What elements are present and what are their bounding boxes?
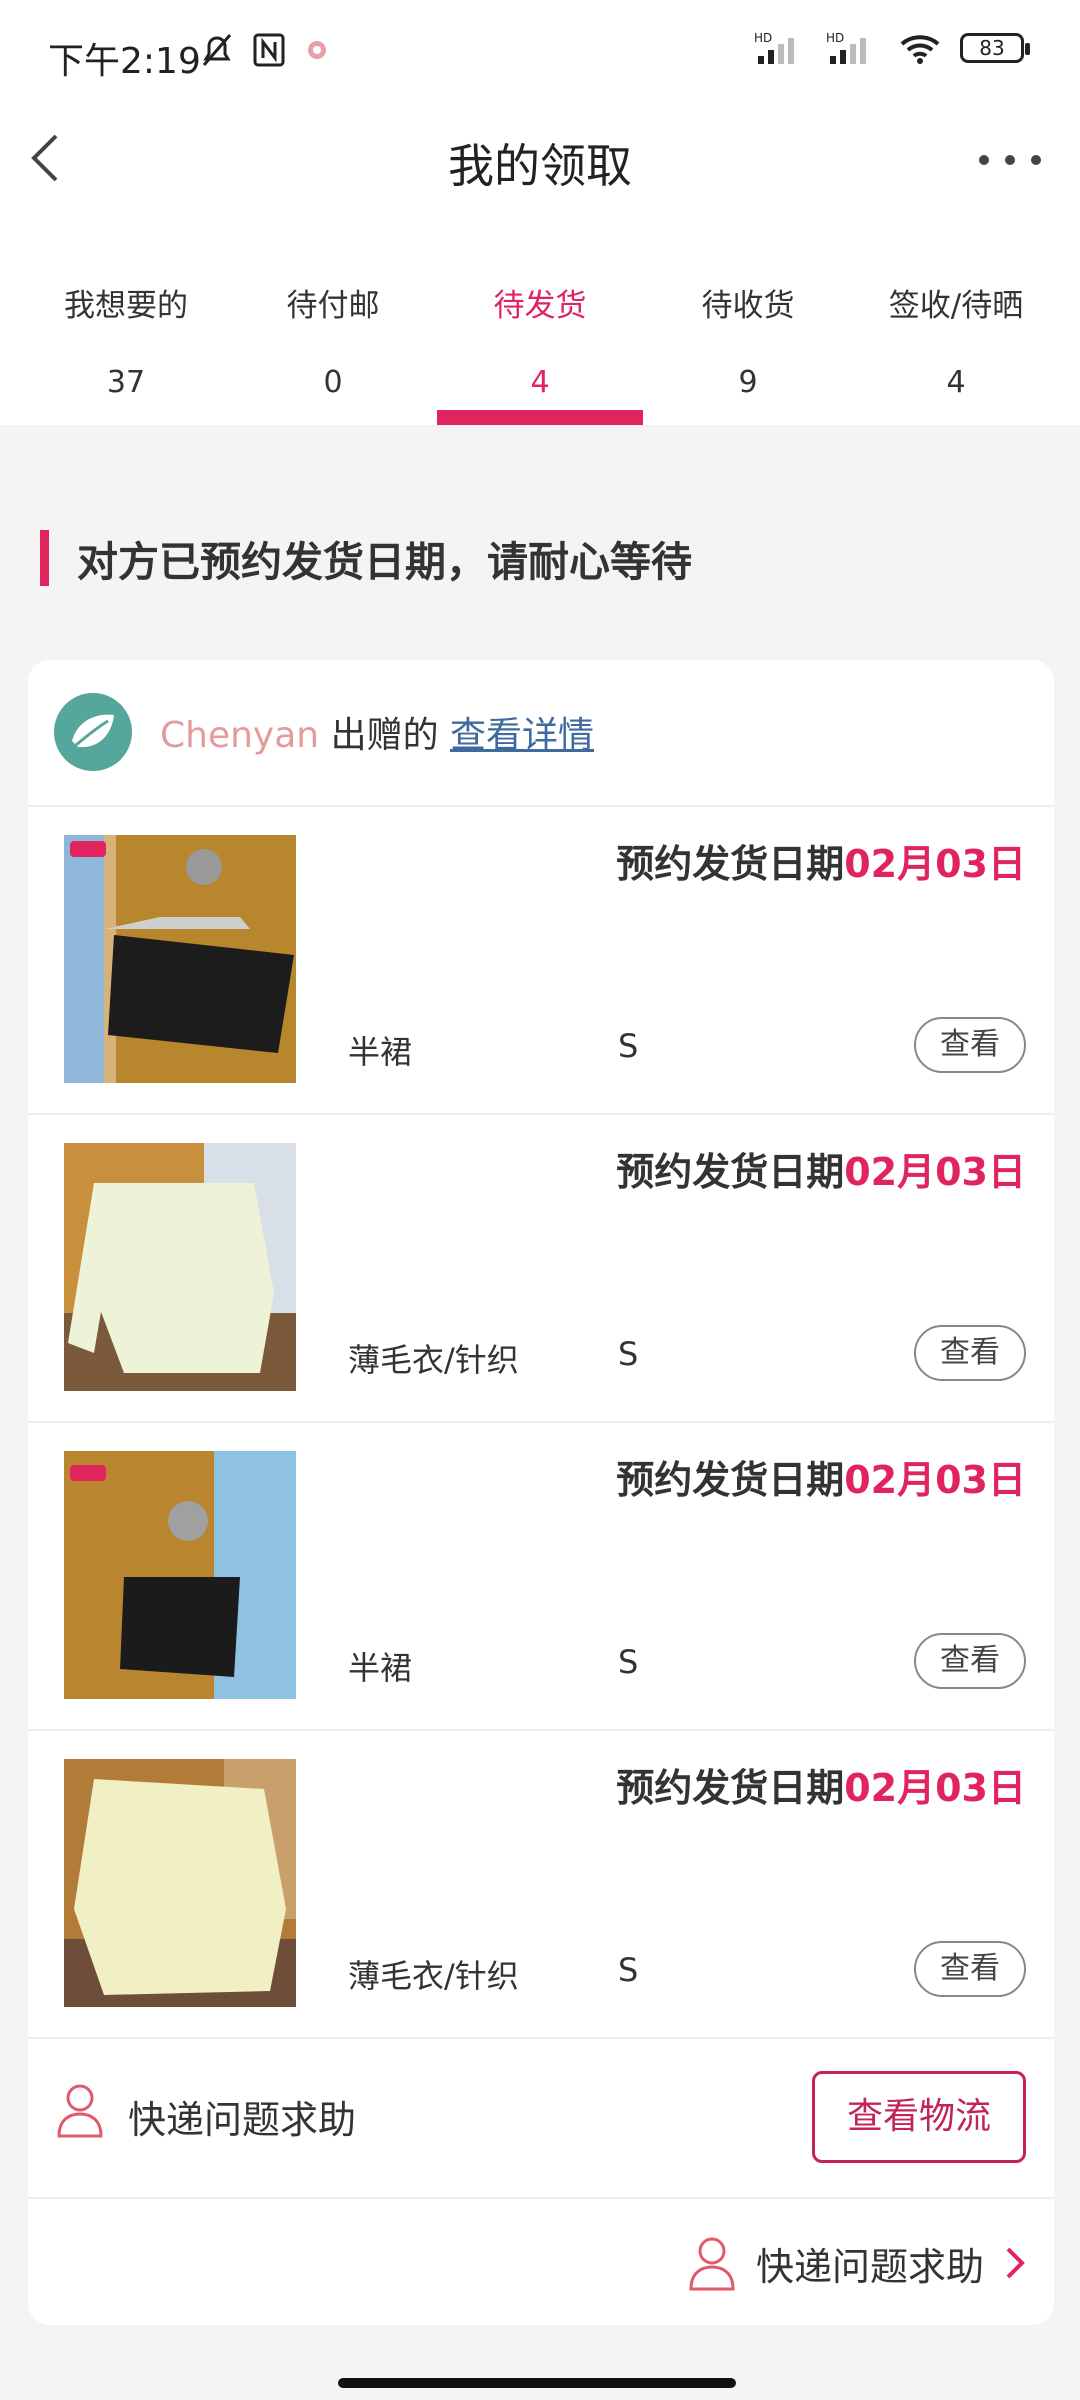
list-item: 预约发货日期02月03日 薄毛衣/针织 S 查看 (28, 1113, 1054, 1423)
notice-text: 对方已预约发货日期，请耐心等待 (77, 538, 692, 586)
ship-date: 预约发货日期02月03日 (616, 1757, 1026, 1812)
view-button[interactable]: 查看 (914, 1633, 1026, 1689)
wifi-icon (900, 35, 940, 64)
list-item: 预约发货日期02月03日 半裙 S 查看 (28, 1421, 1054, 1731)
ship-date-label: 预约发货日期 (616, 1766, 845, 1810)
help-row: 快递问题求助 查看物流 (28, 2037, 1054, 2199)
bottom-help-label: 快递问题求助 (755, 2244, 984, 2289)
view-logistics-button[interactable]: 查看物流 (812, 2071, 1026, 2163)
more-dots-icon[interactable] (970, 136, 1050, 184)
user-icon (57, 2084, 103, 2138)
battery-icon: 83 (960, 33, 1030, 63)
home-indicator[interactable] (338, 2378, 736, 2388)
ship-date: 预约发货日期02月03日 (616, 1449, 1026, 1504)
item-category: 半裙 (348, 1649, 413, 1687)
tab-count: 4 (946, 365, 966, 400)
tab-wanted[interactable]: 我想要的 37 (18, 220, 234, 425)
tab-label: 待发货 (493, 288, 587, 324)
ship-date: 预约发货日期02月03日 (616, 1141, 1026, 1196)
tab-count: 4 (530, 365, 550, 400)
giver-text: 出赠的 (330, 715, 439, 756)
svg-text:HD: HD (754, 31, 772, 45)
status-left-icons (200, 32, 330, 68)
giver-name[interactable]: Chenyan (160, 715, 319, 756)
item-photo[interactable] (64, 1143, 296, 1391)
notice-accent-bar (40, 530, 49, 586)
signal-hd-icon: HD (754, 31, 794, 64)
item-photo[interactable] (64, 835, 296, 1083)
ship-date-label: 预约发货日期 (616, 1150, 845, 1194)
item-category: 半裙 (348, 1033, 413, 1071)
tab-count: 0 (323, 365, 343, 400)
tab-label: 待付邮 (286, 288, 380, 324)
item-size: S (618, 1335, 639, 1373)
bell-off-icon (202, 34, 232, 66)
leaf-logo-icon (54, 693, 132, 771)
giver-row: Chenyan 出赠的 查看详情 (28, 660, 1054, 805)
nfc-icon (253, 33, 285, 67)
ship-date-label: 预约发货日期 (616, 1458, 845, 1502)
chevron-right-icon (1006, 2247, 1025, 2279)
page-title: 我的领取 (448, 139, 632, 193)
ship-date-value: 02月03日 (844, 1150, 1026, 1194)
tab-count: 37 (106, 365, 146, 400)
view-button[interactable]: 查看 (914, 1325, 1026, 1381)
item-photo[interactable] (64, 1451, 296, 1699)
item-size: S (618, 1951, 639, 1989)
nav-header: 我的领取 (0, 100, 1080, 220)
bottom-help-link[interactable]: 快递问题求助 (688, 2228, 1026, 2298)
svg-text:HD: HD (826, 31, 844, 45)
view-details-link[interactable]: 查看详情 (450, 715, 594, 756)
tab-pending-receipt[interactable]: 待收货 9 (640, 220, 856, 425)
delivery-help-link[interactable]: 快递问题求助 (128, 2089, 356, 2144)
app-icon (308, 41, 326, 59)
order-card: Chenyan 出赠的 查看详情 预约发货日期02月03日 半裙 S 查看 预约… (28, 660, 1054, 2325)
status-tabs: 我想要的 37 待付邮 0 待发货 4 待收货 9 签收/待晒 4 (0, 220, 1080, 425)
list-item: 预约发货日期02月03日 半裙 S 查看 (28, 805, 1054, 1115)
ship-date-value: 02月03日 (844, 842, 1026, 886)
tab-label: 签收/待晒 (888, 288, 1024, 324)
status-bar: 下午2:19 HD HD 83 (0, 0, 1080, 100)
item-category: 薄毛衣/针织 (348, 1341, 519, 1379)
list-item: 预约发货日期02月03日 薄毛衣/针织 S 查看 (28, 1729, 1054, 2039)
item-size: S (618, 1643, 639, 1681)
ship-date-label: 预约发货日期 (616, 842, 845, 886)
active-tab-indicator (437, 410, 643, 425)
tab-label: 待收货 (701, 288, 795, 324)
status-right-icons: HD HD 83 (754, 30, 1030, 66)
item-category: 薄毛衣/针织 (348, 1957, 519, 1995)
view-button[interactable]: 查看 (914, 1017, 1026, 1073)
ship-date: 预约发货日期02月03日 (616, 833, 1026, 888)
user-icon (689, 2237, 735, 2291)
item-size: S (618, 1027, 639, 1065)
item-photo[interactable] (64, 1759, 296, 2007)
tab-signed[interactable]: 签收/待晒 4 (848, 220, 1064, 425)
tab-pending-postage[interactable]: 待付邮 0 (225, 220, 441, 425)
tab-pending-shipment[interactable]: 待发货 4 (432, 220, 648, 425)
ship-date-value: 02月03日 (844, 1458, 1026, 1502)
status-time: 下午2:19 (48, 41, 201, 82)
view-button[interactable]: 查看 (914, 1941, 1026, 1997)
tab-label: 我想要的 (64, 288, 188, 324)
tab-count: 9 (738, 365, 758, 400)
giver-line: Chenyan 出赠的 查看详情 (160, 706, 594, 758)
notice-banner: 对方已预约发货日期，请耐心等待 (40, 530, 692, 586)
signal-hd-icon: HD (826, 31, 866, 64)
ship-date-value: 02月03日 (844, 1766, 1026, 1810)
